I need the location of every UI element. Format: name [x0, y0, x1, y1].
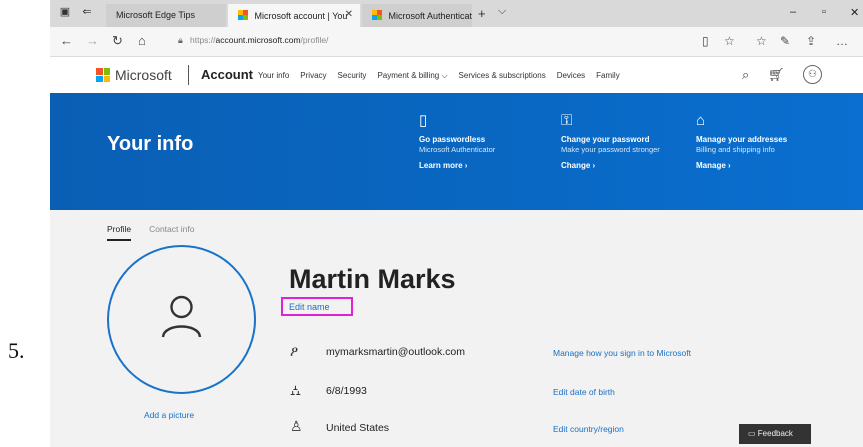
tab-strip: ▣ ⇐ Microsoft Edge Tips Microsoft accoun…: [50, 0, 863, 27]
edit-date-of-birth-link[interactable]: Edit date of birth: [553, 387, 615, 397]
profile-content: Profile Contact info Add a picture Marti…: [50, 210, 863, 447]
manage-addresses-link[interactable]: Manage ›: [696, 161, 816, 171]
tab-label: Microsoft Edge Tips: [116, 10, 196, 20]
header-divider: [188, 65, 189, 85]
add-picture-link[interactable]: Add a picture: [144, 410, 194, 420]
promo-manage-addresses: ⌂ Manage your addresses Billing and ship…: [696, 113, 816, 171]
banner-title: Your info: [107, 133, 194, 155]
brand-name[interactable]: Microsoft: [115, 67, 172, 83]
reading-view-icon[interactable]: ▯: [702, 34, 709, 48]
microsoft-favicon-icon: [238, 10, 248, 20]
account-title[interactable]: Account: [201, 67, 253, 82]
profile-name: Martin Marks: [289, 264, 456, 294]
cake-icon: ⛼: [290, 382, 301, 398]
microsoft-logo-icon[interactable]: [96, 68, 110, 82]
email-value: mymarksmartin@outlook.com: [326, 346, 466, 358]
person-icon: [161, 295, 202, 338]
promo-heading: Manage your addresses: [696, 135, 788, 144]
address-bar: ← → ↻ ⌂ 🔒︎ https://account.microsoft.com…: [50, 27, 863, 57]
nav-privacy[interactable]: Privacy: [300, 71, 326, 81]
tab-authenticator[interactable]: Microsoft Authenticator – S: [362, 4, 472, 27]
nav-services-subscriptions[interactable]: Services & subscriptions: [459, 71, 546, 81]
phone-icon: ▯: [419, 112, 428, 129]
promo-heading: Change your password: [561, 135, 650, 144]
site-header: Microsoft Account Your info Privacy Secu…: [50, 57, 863, 93]
promo-passwordless: ▯ Go passwordless Microsoft Authenticato…: [419, 113, 539, 171]
learn-more-link[interactable]: Learn more ›: [419, 161, 539, 171]
feedback-button[interactable]: ▭ Feedback: [739, 424, 811, 444]
nav-payment-billing[interactable]: Payment & billing ⌵: [377, 71, 447, 81]
edit-country-region-link[interactable]: Edit country/region: [553, 424, 624, 434]
back-icon[interactable]: ←: [60, 33, 73, 48]
nav-security[interactable]: Security: [338, 71, 367, 81]
nav-family[interactable]: Family: [596, 71, 620, 81]
edit-name-link[interactable]: Edit name: [281, 297, 353, 316]
url-prefix: https://: [190, 35, 216, 45]
share-icon[interactable]: ⇪: [806, 34, 816, 48]
profile-tabs: Profile Contact info: [107, 224, 194, 241]
pen-icon[interactable]: ✎: [780, 34, 790, 48]
close-window-icon[interactable]: ✕: [850, 6, 859, 19]
promo-description: Microsoft Authenticator: [419, 145, 496, 154]
microsoft-favicon-icon: [372, 10, 382, 20]
promo-description: Billing and shipping info: [696, 145, 775, 154]
maximize-icon[interactable]: ▫: [822, 6, 826, 18]
tab-actions-icon[interactable]: ▣: [58, 6, 72, 19]
home-icon[interactable]: ⌂: [138, 33, 146, 48]
tab-microsoft-account[interactable]: Microsoft account | You ✕: [228, 4, 360, 27]
lock-icon: 🔒︎: [178, 35, 183, 45]
globe-person-icon: ♙: [290, 418, 303, 434]
feedback-icon: ▭: [748, 429, 756, 438]
tab-edge-tips[interactable]: Microsoft Edge Tips: [106, 4, 226, 27]
more-icon[interactable]: …: [836, 34, 848, 48]
tab-preview-chevron-icon[interactable]: ⌵: [498, 5, 506, 18]
url-path: /profile/: [300, 35, 329, 45]
tab-profile[interactable]: Profile: [107, 224, 132, 241]
favorites-hub-icon[interactable]: ☆: [756, 34, 767, 48]
nav-your-info[interactable]: Your info: [258, 71, 289, 81]
country-value: United States: [326, 422, 390, 434]
refresh-icon[interactable]: ↻: [112, 33, 123, 49]
promo-change-password: ⚿ Change your password Make your passwor…: [561, 113, 666, 171]
nav-devices[interactable]: Devices: [557, 71, 585, 81]
minimize-icon[interactable]: –: [790, 6, 796, 18]
person-icon: ዖ: [290, 343, 299, 359]
browser-screenshot: ▣ ⇐ Microsoft Edge Tips Microsoft accoun…: [50, 0, 863, 447]
promo-heading: Go passwordless: [419, 135, 486, 144]
promo-description: Make your password stronger: [561, 145, 660, 154]
account-avatar-icon[interactable]: ⚇: [803, 65, 822, 84]
home-icon: ⌂: [696, 112, 706, 129]
key-icon: ⚿: [561, 112, 573, 129]
url-host: account.microsoft.com: [215, 35, 301, 45]
new-tab-icon[interactable]: +: [478, 6, 486, 21]
account-nav: Your info Privacy Security Payment & bil…: [258, 71, 631, 81]
set-aside-tabs-icon[interactable]: ⇐: [80, 6, 94, 19]
favorite-star-icon[interactable]: ☆: [724, 34, 735, 48]
close-tab-icon[interactable]: ✕: [345, 9, 353, 20]
your-info-banner: Your info ▯ Go passwordless Microsoft Au…: [50, 93, 863, 210]
step-number: 5.: [8, 338, 25, 363]
tab-label: Microsoft account | You: [254, 11, 348, 21]
tab-label: Microsoft Authenticator – S: [388, 11, 472, 21]
change-password-link[interactable]: Change ›: [561, 161, 666, 171]
forward-icon[interactable]: →: [86, 33, 99, 48]
url-field[interactable]: https://account.microsoft.com/profile/: [190, 35, 328, 45]
tab-contact-info[interactable]: Contact info: [149, 224, 194, 241]
feedback-label: Feedback: [757, 429, 793, 438]
search-icon[interactable]: ⌕: [742, 67, 749, 83]
manage-sign-in-link[interactable]: Manage how you sign in to Microsoft: [553, 348, 691, 358]
cart-icon[interactable]: 🛒︎: [768, 67, 785, 83]
birth-date-value: 6/8/1993: [326, 385, 367, 397]
profile-picture[interactable]: [107, 245, 256, 394]
